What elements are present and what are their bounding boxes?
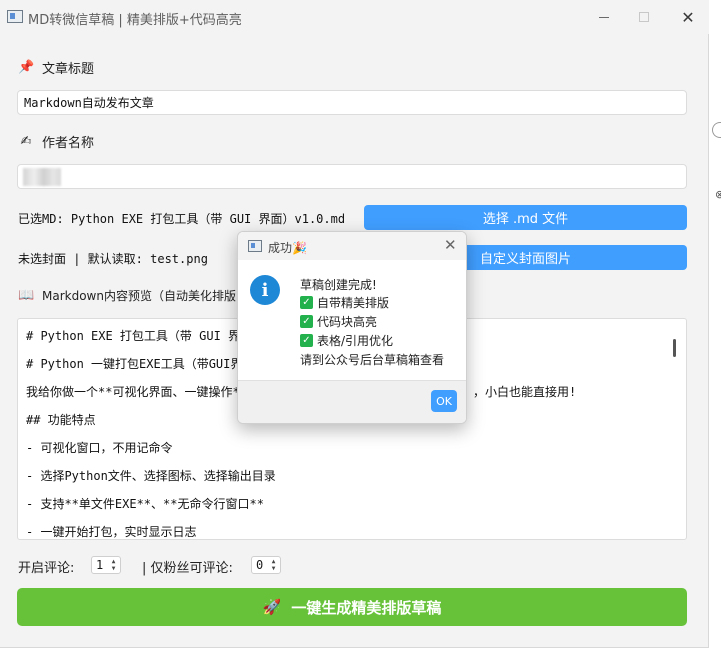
maximize-icon [639,12,649,22]
author-input[interactable] [17,164,687,189]
preview-line: - 选择Python文件、选择图标、选择输出目录 [26,469,276,483]
preview-line: ## 功能特点 [26,413,96,427]
dialog-check-item: ✓ 表格/引用优化 [300,332,393,349]
dialog-title-bar: 成功🎉 ✕ [238,232,466,260]
check-icon: ✓ [300,334,313,347]
dialog-title: 成功🎉 [268,241,307,255]
preview-line: # Python EXE 打包工具（带 GUI 界面） [26,329,265,343]
title-input[interactable]: Markdown自动发布文章 [17,90,687,115]
background-window-edge [712,122,721,138]
minimize-icon [599,16,609,18]
preview-line: - 一键开始打包，实时显示日志 [26,525,197,539]
close-icon: ✕ [681,7,695,27]
preview-line: - 支持**单文件EXE**、**无命令行窗口** [26,497,264,511]
title-label-row: 📌 文章标题 [18,58,94,77]
preview-line: 我给你做一个**可视化界面、一键操作** [26,385,247,399]
dialog-message-title: 草稿创建完成! [300,278,377,292]
author-name-blurred [23,168,61,186]
success-dialog: 成功🎉 ✕ i 草稿创建完成! ✓ 自带精美排版 ✓ 代码块高亮 ✓ 表格/引用… [237,231,467,424]
dialog-item-label: 自带精美排版 [317,296,390,310]
dialog-footer: OK [238,380,466,423]
dialog-footer-text: 请到公众号后台草稿箱查看 [300,353,445,367]
title-label: 文章标题 [42,62,95,77]
md-selected-text: 已选MD: Python EXE 打包工具（带 GUI 界面）v1.0.md [18,212,346,226]
title-bar: MD转微信草稿 | 精美排版+代码高亮 ✕ [0,0,709,34]
ok-button[interactable]: OK [431,390,457,412]
dialog-close-icon[interactable]: ✕ [444,236,457,254]
window-title: MD转微信草稿 | 精美排版+代码高亮 [28,13,242,28]
preview-label: Markdown内容预览（自动美化排版 [42,289,236,303]
dialog-window-icon [248,240,262,252]
close-button[interactable]: ✕ [668,4,708,30]
dialog-check-item: ✓ 自带精美排版 [300,294,389,311]
dialog-check-item: ✓ 代码块高亮 [300,313,377,330]
open-comment-label: 开启评论: [18,561,75,576]
preview-line: - 可视化窗口，不用记命令 [26,441,173,455]
open-comment-spinbox[interactable]: 1 ▲ ▼ [91,556,121,574]
background-window-edge-mark: ⊗ [715,188,721,201]
pushpin-icon: 📌 [18,60,35,75]
preview-label-row: 📖 Markdown内容预览（自动美化排版 [18,287,236,304]
dialog-item-label: 表格/引用优化 [317,334,394,348]
fans-comment-label: | 仅粉丝可评论: [142,561,233,576]
book-icon: 📖 [18,288,35,303]
generate-draft-button[interactable]: 🚀 一键生成精美排版草稿 [17,588,687,626]
cover-status-text: 未选封面 | 默认读取: test.png [18,252,208,266]
check-icon: ✓ [300,296,313,309]
author-label: 作者名称 [42,136,95,151]
app-window-icon [7,10,23,23]
spin-arrows-icon[interactable]: ▲ ▼ [108,558,119,572]
open-comment-value: 1 [96,558,104,572]
rocket-icon: 🚀 [262,598,282,616]
spin-arrows-icon[interactable]: ▲ ▼ [268,558,279,572]
author-label-row: ✍ 作者名称 [18,132,94,151]
fans-comment-spinbox[interactable]: 0 ▲ ▼ [251,556,281,574]
preview-line: # Python 一键打包EXE工具（带GUI界面 [26,357,255,371]
preview-scrollbar[interactable] [673,339,676,357]
generate-draft-label: 一键生成精美排版草稿 [291,598,442,617]
maximize-button[interactable] [624,4,664,30]
preview-line-tail: ，小白也能直接用! [473,385,577,399]
info-icon: i [250,275,280,305]
dialog-item-label: 代码块高亮 [317,315,378,329]
select-md-button[interactable]: 选择 .md 文件 [364,205,687,230]
hand-pen-icon: ✍ [20,134,32,149]
fans-comment-value: 0 [256,558,264,572]
check-icon: ✓ [300,315,313,328]
minimize-button[interactable] [584,4,624,30]
